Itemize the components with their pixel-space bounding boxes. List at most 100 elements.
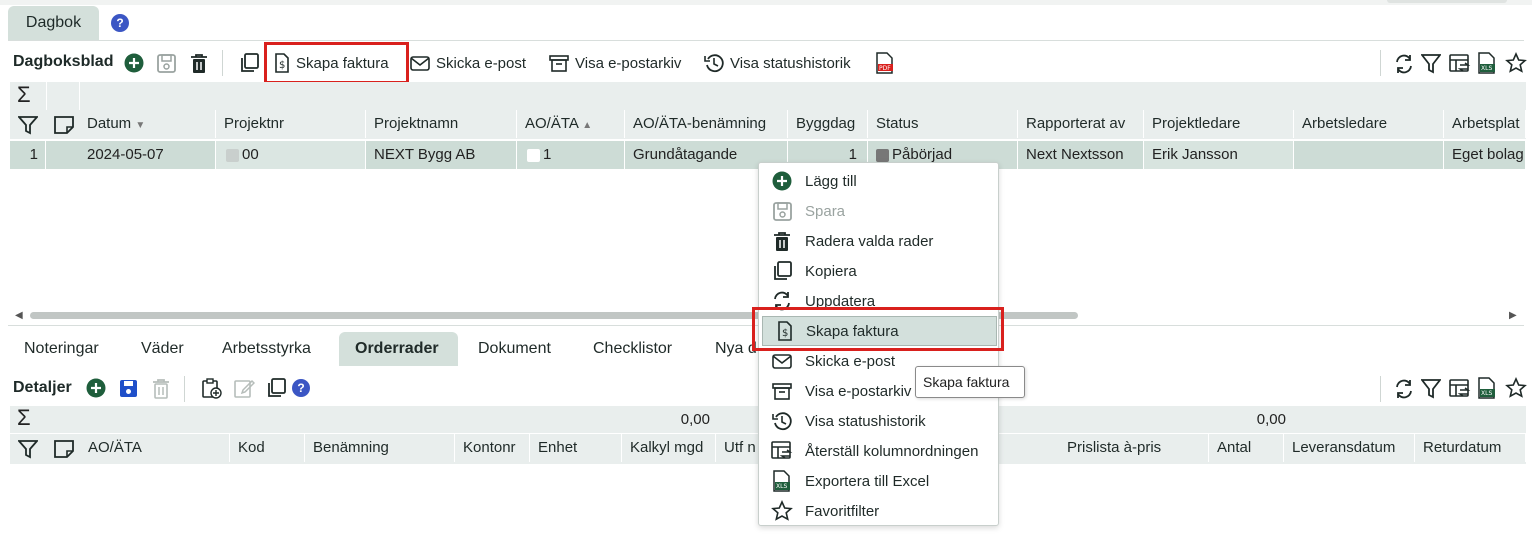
menu-item-reset-columns[interactable]: Återställ kolumnordningen bbox=[759, 436, 998, 466]
create-invoice-button[interactable]: $ Skapa faktura bbox=[274, 51, 389, 75]
star-icon[interactable] bbox=[1505, 52, 1527, 78]
filter-icon[interactable] bbox=[1420, 378, 1442, 404]
refresh-icon[interactable] bbox=[1393, 378, 1415, 404]
trash-icon[interactable] bbox=[151, 378, 171, 403]
col-kalkyl-mgd[interactable]: Kalkyl mgd bbox=[622, 434, 716, 462]
plus-circle-icon bbox=[759, 171, 805, 191]
help-icon[interactable]: ? bbox=[111, 14, 129, 32]
filter-icon[interactable] bbox=[17, 115, 39, 139]
reset-columns-icon[interactable] bbox=[1449, 378, 1471, 404]
col-antal[interactable]: Antal bbox=[1209, 434, 1284, 462]
scroll-right-arrow[interactable]: ▶ bbox=[1509, 310, 1517, 321]
col-byggdag[interactable]: Byggdag bbox=[788, 110, 868, 138]
sum-value: 0,00 bbox=[680, 411, 710, 428]
reset-columns-icon bbox=[759, 440, 805, 462]
col-datum[interactable]: Datum ▼ bbox=[79, 110, 216, 138]
svg-text:XLS: XLS bbox=[776, 483, 787, 490]
tab-orderrader[interactable]: Orderrader bbox=[339, 332, 458, 366]
toolbar-divider bbox=[222, 50, 223, 76]
create-invoice-label: Skapa faktura bbox=[296, 54, 389, 72]
grid-header: Datum ▼ Projektnr Projektnamn AO/ÄTA ▲ A… bbox=[10, 110, 1526, 139]
menu-item-status-history[interactable]: Visa statushistorik bbox=[759, 406, 998, 436]
menu-item-copy[interactable]: Kopiera bbox=[759, 256, 998, 286]
tab-dokument[interactable]: Dokument bbox=[462, 332, 567, 366]
refresh-icon[interactable] bbox=[1393, 53, 1415, 79]
star-icon[interactable] bbox=[1505, 377, 1527, 403]
email-archive-button[interactable]: Visa e-postarkiv bbox=[549, 51, 681, 75]
cell-projektledare[interactable]: Erik Jansson bbox=[1144, 141, 1294, 169]
menu-item-favorite-filter[interactable]: Favoritfilter bbox=[759, 496, 998, 526]
menu-item-delete-rows[interactable]: Radera valda rader bbox=[759, 226, 998, 256]
col-rapporterat[interactable]: Rapporterat av bbox=[1018, 110, 1144, 138]
filter-icon[interactable] bbox=[17, 439, 39, 463]
save-icon bbox=[759, 201, 805, 222]
excel-icon[interactable]: XLS bbox=[1477, 52, 1497, 78]
col-enhet[interactable]: Enhet bbox=[530, 434, 622, 462]
cell-projektnr[interactable]: 00 bbox=[216, 141, 366, 169]
menu-item-label: Lägg till bbox=[805, 172, 857, 190]
tab-dagbok[interactable]: Dagbok bbox=[8, 6, 99, 40]
copy-icon[interactable] bbox=[265, 377, 287, 403]
sum-icon: Σ bbox=[17, 82, 31, 107]
color-chip bbox=[527, 148, 540, 162]
col-arbetsledare[interactable]: Arbetsledare bbox=[1294, 110, 1444, 138]
menu-item-label: Exportera till Excel bbox=[805, 472, 930, 490]
excel-icon: XLS bbox=[759, 470, 805, 492]
send-email-button[interactable]: Skicka e-post bbox=[410, 51, 526, 75]
col-ao[interactable]: AO/ÄTA ▲ bbox=[517, 110, 625, 138]
save-icon[interactable] bbox=[156, 53, 177, 78]
cell-datum[interactable]: 2024-05-07 bbox=[79, 141, 216, 169]
toolbar-divider bbox=[1380, 50, 1381, 76]
cell-rapporterat[interactable]: Next Nextsson bbox=[1018, 141, 1144, 169]
col-leveransdatum[interactable]: Leveransdatum bbox=[1284, 434, 1415, 462]
edit-icon[interactable] bbox=[233, 377, 256, 403]
cell-projektnamn[interactable]: NEXT Bygg AB bbox=[366, 141, 517, 169]
menu-item-add[interactable]: Lägg till bbox=[759, 166, 998, 196]
cell-arbetsplats[interactable]: Eget bolag bbox=[1444, 141, 1526, 169]
col-kontonr[interactable]: Kontonr bbox=[455, 434, 530, 462]
status-history-button[interactable]: Visa statushistorik bbox=[704, 51, 851, 75]
tab-arbetsstyrka[interactable]: Arbetsstyrka bbox=[206, 332, 327, 366]
menu-item-export-excel[interactable]: XLS Exportera till Excel bbox=[759, 466, 998, 496]
col-arbetsplats[interactable]: Arbetsplat bbox=[1444, 110, 1526, 138]
note-icon[interactable] bbox=[53, 115, 75, 139]
filter-icon[interactable] bbox=[1420, 53, 1442, 79]
excel-icon[interactable]: XLS bbox=[1477, 377, 1497, 403]
scroll-left-arrow[interactable]: ◀ bbox=[15, 310, 23, 321]
add-icon[interactable] bbox=[86, 378, 106, 402]
copy-icon[interactable] bbox=[238, 52, 260, 78]
paste-add-icon[interactable] bbox=[200, 377, 222, 403]
status-history-label: Visa statushistorik bbox=[730, 54, 851, 72]
save-icon[interactable] bbox=[118, 378, 139, 403]
add-icon[interactable] bbox=[124, 53, 144, 77]
col-ao[interactable]: AO/ÄTA bbox=[80, 434, 230, 462]
help-icon[interactable]: ? bbox=[292, 379, 310, 397]
reset-columns-icon[interactable] bbox=[1449, 53, 1471, 79]
svg-text:PDF: PDF bbox=[879, 65, 891, 72]
cell-arbetsledare[interactable] bbox=[1294, 141, 1444, 169]
tab-noteringar[interactable]: Noteringar bbox=[8, 332, 115, 366]
top-bar bbox=[0, 0, 1532, 5]
col-benamning[interactable]: Benämning bbox=[305, 434, 455, 462]
lock-chip bbox=[226, 148, 239, 162]
menu-item-label: Visa statushistorik bbox=[805, 412, 926, 430]
col-prislista[interactable]: Prislista à-pris bbox=[1059, 434, 1209, 462]
col-projektledare[interactable]: Projektledare bbox=[1144, 110, 1294, 138]
col-projektnr[interactable]: Projektnr bbox=[216, 110, 366, 138]
toolbar-divider bbox=[184, 376, 185, 402]
top-bar-right-tab bbox=[1387, 0, 1507, 3]
note-icon[interactable] bbox=[53, 439, 75, 463]
col-ao-benamning[interactable]: AO/ÄTA-benämning bbox=[625, 110, 788, 138]
col-kod[interactable]: Kod bbox=[230, 434, 305, 462]
tab-checklistor[interactable]: Checklistor bbox=[577, 332, 688, 366]
cell-ao[interactable]: 1 bbox=[517, 141, 625, 169]
invoice-icon: $ bbox=[275, 53, 289, 73]
trash-icon[interactable] bbox=[189, 53, 209, 78]
svg-text:XLS: XLS bbox=[1481, 390, 1492, 397]
col-returdatum[interactable]: Returdatum bbox=[1415, 434, 1526, 462]
menu-item-save[interactable]: Spara bbox=[759, 196, 998, 226]
col-projektnamn[interactable]: Projektnamn bbox=[366, 110, 517, 138]
tab-vader[interactable]: Väder bbox=[125, 332, 200, 366]
pdf-icon[interactable]: PDF bbox=[875, 52, 895, 78]
col-status[interactable]: Status bbox=[868, 110, 1018, 138]
